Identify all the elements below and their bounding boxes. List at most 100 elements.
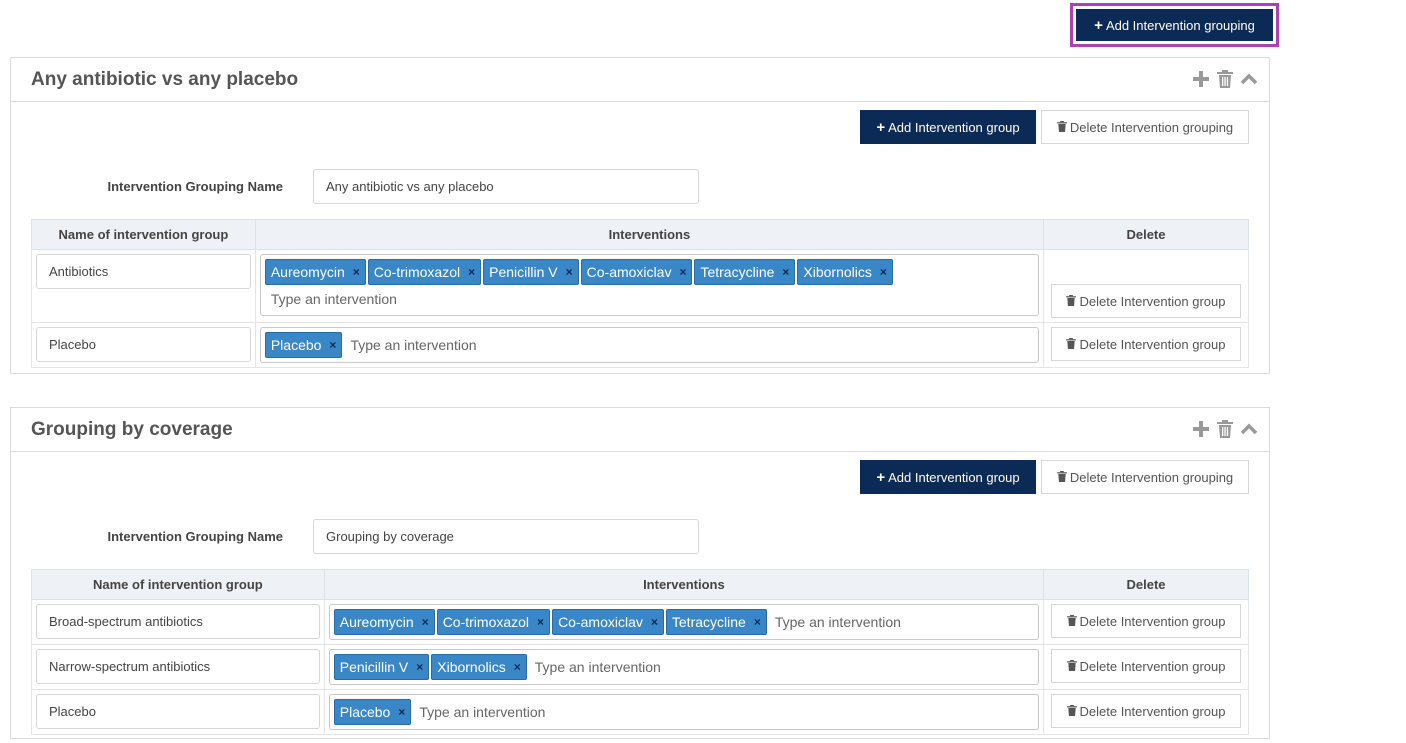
grouping-name-input[interactable]: Grouping by coverage bbox=[313, 519, 699, 554]
delete-grouping-label: Delete Intervention grouping bbox=[1069, 119, 1234, 135]
intervention-tag: Tetracycline × bbox=[665, 609, 767, 635]
intervention-tag: Tetracycline × bbox=[694, 259, 796, 285]
panel-header: Grouping by coverage bbox=[11, 408, 1269, 452]
chevron-up-icon[interactable] bbox=[1239, 418, 1259, 440]
interventions-tag-input[interactable]: Placebo × Type an intervention bbox=[259, 327, 1039, 363]
column-header-interventions: Interventions bbox=[323, 569, 1045, 600]
remove-tag-icon[interactable]: × bbox=[651, 615, 658, 629]
plus-icon[interactable] bbox=[1191, 68, 1211, 90]
remove-tag-icon[interactable]: × bbox=[398, 705, 405, 719]
trash-icon bbox=[1066, 659, 1077, 674]
intervention-tag: Co-amoxiclav × bbox=[580, 259, 693, 285]
delete-group-label: Delete Intervention group bbox=[1079, 293, 1226, 309]
intervention-tag: Penicillin V × bbox=[483, 259, 579, 285]
intervention-search-placeholder[interactable]: Type an intervention bbox=[344, 332, 482, 358]
intervention-groups-table: Name of intervention group Interventions… bbox=[31, 569, 1249, 735]
delete-group-label: Delete Intervention group bbox=[1079, 658, 1226, 674]
panel-header: Any antibiotic vs any placebo bbox=[11, 58, 1269, 102]
intervention-groups-table: Name of intervention group Interventions… bbox=[31, 219, 1250, 368]
delete-intervention-grouping-button[interactable]: Delete Intervention grouping bbox=[1041, 110, 1249, 144]
interventions-tag-input[interactable]: Placebo × Type an intervention bbox=[328, 694, 1039, 730]
grouping-name-row: Intervention Grouping Name Grouping by c… bbox=[11, 519, 699, 554]
interventions-tag-input[interactable]: Aureomycin × Co-trimoxazol × Co-amoxiclav ×… bbox=[328, 604, 1039, 640]
remove-tag-icon[interactable]: × bbox=[782, 265, 789, 279]
remove-tag-icon[interactable]: × bbox=[679, 265, 686, 279]
intervention-tag: Penicillin V × bbox=[333, 654, 430, 680]
group-name-input[interactable]: Placebo bbox=[36, 327, 251, 362]
intervention-search-placeholder[interactable]: Type an intervention bbox=[529, 654, 667, 680]
intervention-tag: Xibornolics × bbox=[431, 654, 527, 680]
intervention-search-placeholder[interactable]: Type an intervention bbox=[413, 699, 551, 725]
plus-icon[interactable] bbox=[1191, 418, 1211, 440]
delete-intervention-group-button[interactable]: Delete Intervention group bbox=[1051, 694, 1241, 728]
grouping-name-label: Intervention Grouping Name bbox=[107, 179, 283, 194]
table-row: Broad-spectrum antibiotics Aureomycin × C… bbox=[31, 599, 1249, 645]
group-name-input[interactable]: Placebo bbox=[36, 694, 320, 729]
add-intervention-group-button[interactable]: + Add Intervention group bbox=[860, 110, 1036, 144]
remove-tag-icon[interactable]: × bbox=[422, 615, 429, 629]
delete-grouping-label: Delete Intervention grouping bbox=[1069, 469, 1234, 485]
interventions-tag-input[interactable]: Penicillin V × Xibornolics × Type an inter… bbox=[328, 649, 1039, 685]
column-header-delete: Delete bbox=[1043, 569, 1249, 600]
interventions-tag-input[interactable]: Aureomycin × Co-trimoxazol × Penicillin V ×… bbox=[259, 254, 1039, 316]
trash-icon bbox=[1066, 337, 1077, 352]
add-group-label: Add Intervention group bbox=[888, 469, 1020, 485]
trash-icon bbox=[1056, 120, 1067, 135]
grouping-panel: Grouping by coverage + Add Intervention … bbox=[10, 407, 1270, 739]
grouping-name-input[interactable]: Any antibiotic vs any placebo bbox=[313, 169, 699, 204]
column-header-interventions: Interventions bbox=[254, 219, 1044, 250]
intervention-tag: Xibornolics × bbox=[797, 259, 893, 285]
grouping-name-row: Intervention Grouping Name Any antibioti… bbox=[11, 169, 699, 204]
intervention-tag: Placebo × bbox=[264, 332, 343, 358]
group-name-input[interactable]: Narrow-spectrum antibiotics bbox=[36, 649, 320, 684]
plus-icon: + bbox=[876, 468, 886, 486]
column-header-name: Name of intervention group bbox=[31, 219, 256, 250]
table-row: Placebo Placebo × Type an intervention De… bbox=[31, 689, 1249, 735]
grouping-name-label: Intervention Grouping Name bbox=[107, 529, 283, 544]
delete-group-label: Delete Intervention group bbox=[1079, 703, 1226, 719]
intervention-search-placeholder[interactable]: Type an intervention bbox=[769, 609, 907, 635]
remove-tag-icon[interactable]: × bbox=[468, 265, 475, 279]
remove-tag-icon[interactable]: × bbox=[514, 660, 521, 674]
intervention-search-placeholder[interactable]: Type an intervention bbox=[265, 286, 1034, 312]
intervention-tag: Co-amoxiclav × bbox=[552, 609, 664, 635]
intervention-tag: Aureomycin × bbox=[333, 609, 435, 635]
intervention-tag: Placebo × bbox=[333, 699, 412, 725]
add-intervention-grouping-button[interactable]: + Add Intervention grouping bbox=[1076, 9, 1273, 41]
table-row: Antibiotics Aureomycin × Co-trimoxazol × P… bbox=[31, 249, 1250, 323]
remove-tag-icon[interactable]: × bbox=[537, 615, 544, 629]
grouping-panel: Any antibiotic vs any placebo + Add Inte… bbox=[10, 57, 1270, 374]
delete-intervention-group-button[interactable]: Delete Intervention group bbox=[1050, 284, 1241, 318]
remove-tag-icon[interactable]: × bbox=[353, 265, 360, 279]
add-intervention-group-button[interactable]: + Add Intervention group bbox=[860, 460, 1036, 494]
remove-tag-icon[interactable]: × bbox=[329, 338, 336, 352]
trash-icon[interactable] bbox=[1215, 68, 1235, 90]
intervention-tag: Co-trimoxazol × bbox=[436, 609, 551, 635]
delete-intervention-group-button[interactable]: Delete Intervention group bbox=[1050, 327, 1241, 361]
plus-icon: + bbox=[1094, 16, 1103, 34]
group-name-input[interactable]: Antibiotics bbox=[36, 254, 251, 289]
panel-title: Any antibiotic vs any placebo bbox=[31, 68, 299, 90]
delete-group-label: Delete Intervention group bbox=[1079, 613, 1226, 629]
remove-tag-icon[interactable]: × bbox=[566, 265, 573, 279]
delete-intervention-group-button[interactable]: Delete Intervention group bbox=[1051, 604, 1241, 638]
add-grouping-highlight: + Add Intervention grouping bbox=[1070, 3, 1279, 47]
trash-icon bbox=[1066, 614, 1077, 629]
remove-tag-icon[interactable]: × bbox=[416, 660, 423, 674]
delete-intervention-grouping-button[interactable]: Delete Intervention grouping bbox=[1041, 460, 1249, 494]
group-name-input[interactable]: Broad-spectrum antibiotics bbox=[36, 604, 320, 639]
trash-icon[interactable] bbox=[1215, 418, 1235, 440]
intervention-tag: Aureomycin × bbox=[264, 259, 366, 285]
chevron-up-icon[interactable] bbox=[1239, 68, 1259, 90]
intervention-tag: Co-trimoxazol × bbox=[367, 259, 482, 285]
trash-icon bbox=[1066, 704, 1077, 719]
column-header-delete: Delete bbox=[1042, 219, 1250, 250]
add-group-label: Add Intervention group bbox=[888, 119, 1020, 135]
remove-tag-icon[interactable]: × bbox=[880, 265, 887, 279]
delete-intervention-group-button[interactable]: Delete Intervention group bbox=[1051, 649, 1241, 683]
trash-icon bbox=[1066, 294, 1077, 309]
remove-tag-icon[interactable]: × bbox=[754, 615, 761, 629]
add-grouping-label: Add Intervention grouping bbox=[1105, 17, 1255, 33]
table-row: Placebo Placebo × Type an intervention De… bbox=[31, 322, 1250, 368]
plus-icon: + bbox=[876, 118, 886, 136]
